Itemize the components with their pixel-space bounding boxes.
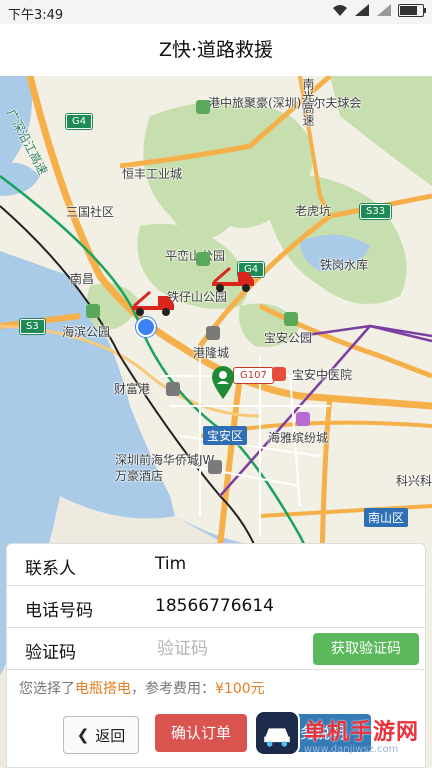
map-label: 财富港 [114, 382, 151, 396]
phone-field[interactable]: 18566776614 [155, 596, 274, 616]
confirm-order-button[interactable]: 确认订单 [155, 714, 247, 752]
map-label: 平峦山公园 [165, 249, 226, 263]
wifi-icon [333, 5, 347, 16]
map-label: 恒丰工业城 [122, 167, 183, 181]
summary-prefix: 您选择了 [19, 681, 75, 697]
battery-icon [398, 3, 426, 17]
map-label: 宝安公园 [264, 331, 313, 345]
golf-icon [196, 100, 210, 114]
service-summary: 您选择了电瓶搭电，参考费用：¥100元 [19, 678, 265, 698]
watermark-logo-icon [254, 710, 300, 756]
chevron-left-icon: ❮ [76, 726, 90, 744]
road-shield-s3: S3 [20, 319, 45, 334]
watermark-name: 单机手游网 [304, 720, 420, 745]
contact-row: 联系人 Tim [7, 544, 425, 586]
park-icon [284, 312, 298, 326]
road-shield-s33: S33 [360, 204, 392, 219]
map-label: 科兴科 [396, 474, 432, 488]
get-code-button[interactable]: 获取验证码 [313, 633, 419, 665]
park-icon [196, 252, 210, 266]
status-time: 下午3:49 [8, 8, 64, 23]
district-label: 南山区 [364, 508, 409, 527]
phone-row: 电话号码 18566776614 [7, 586, 425, 628]
contact-field[interactable]: Tim [155, 554, 186, 574]
code-row: 验证码 获取验证码 [7, 628, 425, 670]
park-icon [86, 304, 100, 318]
status-bar: 下午3:49 [0, 0, 432, 24]
map-label: 南光高速 [301, 78, 315, 126]
map-label: 老虎坑 [295, 204, 332, 218]
map-label: 港中旅聚豪(深圳)高尔夫球会 [208, 96, 362, 110]
reference-price: ¥100元 [215, 681, 265, 697]
back-button[interactable]: ❮ 返回 [63, 716, 139, 754]
map-label: 宝安中医院 [292, 368, 353, 382]
phone-label: 电话号码 [25, 601, 93, 621]
building-icon [206, 326, 220, 340]
map-label: 三国社区 [66, 205, 115, 219]
map-label: 铁岗水库 [320, 258, 369, 272]
district-label: 宝安区 [203, 426, 248, 445]
user-location-icon [136, 317, 156, 337]
selected-service: 电瓶搭电 [75, 681, 131, 697]
map-label: 港隆城 [193, 346, 230, 360]
map-label: 南昌 [70, 272, 95, 286]
code-label: 验证码 [25, 643, 76, 663]
page-title: Z快·道路救援 [0, 24, 432, 76]
status-icons [332, 3, 426, 17]
hospital-icon [272, 367, 286, 381]
tow-truck-icon[interactable] [130, 290, 176, 318]
map-label: 海滨公园 [62, 325, 111, 339]
road-shield-g4: G4 [66, 114, 93, 129]
hotel-icon [208, 460, 222, 474]
verification-code-input[interactable] [155, 634, 309, 664]
contact-label: 联系人 [25, 559, 76, 579]
watermark-url: www.danjiwsz.com [304, 744, 399, 755]
summary-mid: ，参考费用： [131, 681, 215, 697]
road-shield-g107: G107 [234, 368, 273, 383]
destination-pin-icon[interactable] [210, 364, 236, 400]
building-icon [166, 382, 180, 396]
shopping-icon [296, 412, 310, 426]
map-label: 海雅缤纷城 [268, 431, 329, 445]
signal-icon [377, 4, 391, 16]
back-button-label: 返回 [95, 726, 126, 745]
signal-icon [355, 4, 369, 16]
tow-truck-icon[interactable] [210, 266, 256, 294]
watermark: 单机手游网 www.danjiwsz.com [254, 708, 432, 768]
